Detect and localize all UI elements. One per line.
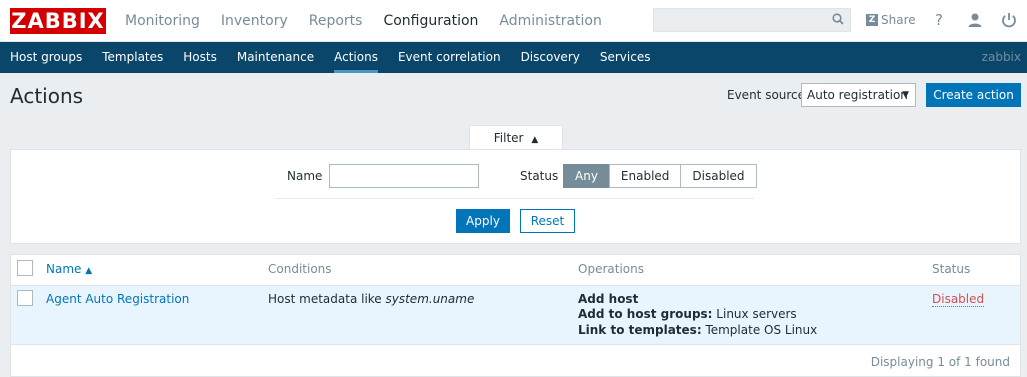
sign-out-icon[interactable] <box>1000 11 1018 29</box>
column-header-status: Status <box>932 262 971 276</box>
help-icon[interactable]: ? <box>935 11 943 29</box>
event-source-select[interactable]: Auto registration ▼ <box>801 83 916 107</box>
dropdown-arrow-icon: ▼ <box>902 90 909 100</box>
apply-button[interactable]: Apply <box>456 209 510 233</box>
submenu-actions[interactable]: Actions <box>334 42 378 73</box>
menu-reports[interactable]: Reports <box>309 0 363 42</box>
search-input[interactable] <box>653 8 851 32</box>
collapse-arrow-icon: ▲ <box>531 135 539 145</box>
create-action-button[interactable]: Create action <box>926 83 1021 107</box>
sub-menu-bar: Host groups Templates Hosts Maintenance … <box>0 42 1027 73</box>
reset-button[interactable]: Reset <box>520 209 575 233</box>
submenu-host-groups[interactable]: Host groups <box>10 42 82 73</box>
filter-panel <box>10 149 1021 244</box>
share-link[interactable]: Z Share <box>866 12 916 28</box>
submenu-event-correlation[interactable]: Event correlation <box>398 42 501 73</box>
row-checkbox[interactable] <box>17 290 33 306</box>
status-any-option[interactable]: Any <box>563 164 610 188</box>
menu-configuration[interactable]: Configuration <box>383 0 478 42</box>
status-disabled-option[interactable]: Disabled <box>680 164 757 188</box>
filter-tab-label: Filter <box>493 131 524 145</box>
sort-ascending-icon: ▲ <box>85 266 93 276</box>
select-all-checkbox[interactable] <box>17 260 33 276</box>
main-menu: Monitoring Inventory Reports Configurati… <box>125 0 623 42</box>
menu-monitoring[interactable]: Monitoring <box>125 0 200 42</box>
condition-value: system.uname <box>385 292 475 306</box>
filter-divider <box>275 198 754 199</box>
submenu-templates[interactable]: Templates <box>102 42 163 73</box>
status-segmented-control: Any Enabled Disabled <box>563 164 757 188</box>
filter-name-input[interactable] <box>329 164 479 188</box>
action-name-link[interactable]: Agent Auto Registration <box>46 292 189 306</box>
user-profile-icon[interactable] <box>967 12 983 28</box>
submenu-maintenance[interactable]: Maintenance <box>237 42 314 73</box>
filter-tab[interactable]: Filter ▲ <box>469 125 563 150</box>
column-header-name[interactable]: Name ▲ <box>46 262 92 276</box>
operation-add-groups: Add to host groups: Linux servers <box>578 307 797 321</box>
operation-add-host: Add host <box>578 292 639 306</box>
menu-inventory[interactable]: Inventory <box>221 0 288 42</box>
search-icon[interactable] <box>832 13 844 25</box>
share-label: Share <box>881 13 916 27</box>
event-source-value: Auto registration <box>807 88 908 102</box>
submenu-hosts[interactable]: Hosts <box>183 42 217 73</box>
column-header-operations: Operations <box>578 262 644 276</box>
status-toggle-link[interactable]: Disabled <box>932 292 985 307</box>
submenu-services[interactable]: Services <box>600 42 651 73</box>
event-source-label: Event source <box>727 88 806 102</box>
filter-name-label: Name <box>287 169 323 183</box>
action-condition: Host metadata like system.uname <box>268 292 475 306</box>
page-title: Actions <box>10 84 84 108</box>
submenu-discovery[interactable]: Discovery <box>521 42 580 73</box>
server-name: zabbix <box>981 50 1021 64</box>
zabbix-logo[interactable]: ZABBIX <box>10 8 106 34</box>
top-bar: ZABBIX Monitoring Inventory Reports Conf… <box>0 0 1027 42</box>
status-enabled-option[interactable]: Enabled <box>608 164 682 188</box>
menu-administration[interactable]: Administration <box>499 0 601 42</box>
share-icon: Z <box>866 14 878 26</box>
table-footer-count: Displaying 1 of 1 found <box>870 355 1010 369</box>
operation-link-templates: Link to templates: Template OS Linux <box>578 323 818 337</box>
filter-status-label: Status <box>520 169 559 183</box>
column-header-conditions: Conditions <box>268 262 332 276</box>
